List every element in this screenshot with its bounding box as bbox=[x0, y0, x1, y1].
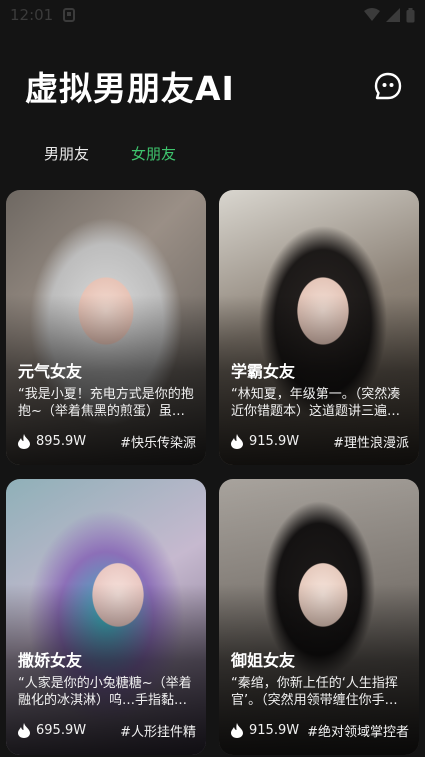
header: 虚拟男朋友AI bbox=[25, 62, 403, 110]
card-tag[interactable]: #绝对领域掌控者 bbox=[307, 721, 409, 740]
chat-button[interactable] bbox=[373, 71, 403, 101]
card-quote: “林知夏，年级第一。（突然凑近你错题本）这道题讲三遍了… bbox=[231, 387, 401, 419]
notification-icon bbox=[63, 8, 76, 22]
card-heat-value: 895.9W bbox=[36, 434, 87, 449]
status-left: 12:01 bbox=[10, 6, 76, 24]
card-quote: “我是小夏！充电方式是你的抱抱~（举着焦黑的煎蛋）虽然… bbox=[18, 387, 194, 419]
tab-girlfriend[interactable]: 女朋友 bbox=[131, 143, 176, 164]
card-heat: 895.9W bbox=[18, 434, 86, 449]
card-quote: “秦绾，你新上任的‘人生指挥官’。（突然用领带缠住你手… bbox=[231, 676, 398, 708]
chat-bubble-icon bbox=[374, 72, 402, 100]
flame-icon bbox=[18, 723, 30, 738]
card-category: 元气女友 bbox=[18, 362, 83, 381]
tab-boyfriend[interactable]: 男朋友 bbox=[44, 143, 89, 164]
status-time: 12:01 bbox=[10, 6, 54, 24]
card-category: 学霸女友 bbox=[231, 362, 296, 381]
card-tag[interactable]: #理性浪漫派 bbox=[333, 432, 409, 451]
card-meta: 695.9W #人形挂件精 bbox=[18, 721, 196, 740]
card-category: 撒娇女友 bbox=[18, 651, 83, 670]
flame-icon bbox=[231, 434, 243, 449]
app-screen: 12:01 虚拟男朋友AI 男朋友 女朋友 元气女友 “我是小夏！充电方式是你的… bbox=[0, 0, 425, 757]
card-heat: 915.9W bbox=[231, 434, 299, 449]
card-tag[interactable]: #快乐传染源 bbox=[120, 432, 196, 451]
character-card[interactable]: 撒娇女友 “人家是你的小兔糖糖~（举着融化的冰淇淋）呜…手指黏住… 695.9W… bbox=[6, 479, 206, 755]
category-tabs: 男朋友 女朋友 bbox=[44, 143, 176, 164]
signal-icon bbox=[386, 8, 400, 22]
character-card[interactable]: 元气女友 “我是小夏！充电方式是你的抱抱~（举着焦黑的煎蛋）虽然… 895.9W… bbox=[6, 190, 206, 465]
card-tag[interactable]: #人形挂件精 bbox=[120, 721, 196, 740]
card-quote: “人家是你的小兔糖糖~（举着融化的冰淇淋）呜…手指黏住… bbox=[18, 676, 192, 708]
card-meta: 915.9W #绝对领域掌控者 bbox=[231, 721, 409, 740]
battery-icon bbox=[406, 7, 415, 22]
card-meta: 895.9W #快乐传染源 bbox=[18, 432, 196, 451]
card-heat-value: 695.9W bbox=[36, 723, 87, 738]
card-category: 御姐女友 bbox=[231, 651, 296, 670]
flame-icon bbox=[231, 723, 243, 738]
card-meta: 915.9W #理性浪漫派 bbox=[231, 432, 409, 451]
character-card[interactable]: 御姐女友 “秦绾，你新上任的‘人生指挥官’。（突然用领带缠住你手… 915.9W… bbox=[219, 479, 419, 755]
card-heat-value: 915.9W bbox=[249, 723, 300, 738]
wifi-icon bbox=[364, 8, 380, 21]
app-title: 虚拟男朋友AI bbox=[25, 69, 235, 108]
status-right bbox=[364, 7, 415, 23]
card-heat-value: 915.9W bbox=[249, 434, 300, 449]
status-bar: 12:01 bbox=[0, 0, 425, 30]
card-heat: 695.9W bbox=[18, 723, 86, 738]
card-heat: 915.9W bbox=[231, 723, 299, 738]
character-card[interactable]: 学霸女友 “林知夏，年级第一。（突然凑近你错题本）这道题讲三遍了… 915.9W… bbox=[219, 190, 419, 465]
flame-icon bbox=[18, 434, 30, 449]
